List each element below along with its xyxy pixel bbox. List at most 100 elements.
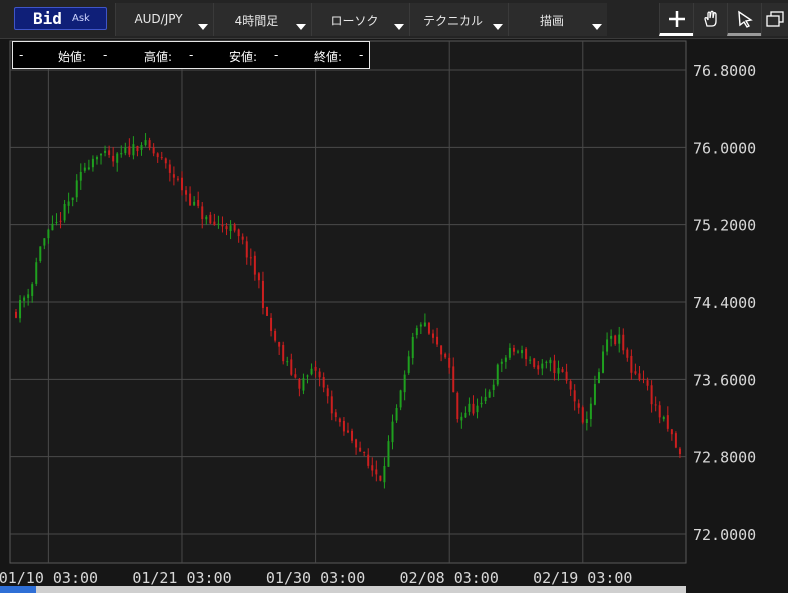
candle-down [472, 403, 475, 414]
candle-down [172, 174, 175, 178]
x-tick-label: 02/08 03:00 [400, 569, 499, 587]
horizontal-scrollbar[interactable] [0, 586, 686, 593]
hand-tool-button[interactable] [693, 3, 727, 36]
scrollbar-thumb[interactable] [0, 586, 36, 593]
candle-down [565, 371, 568, 381]
candle-down [622, 334, 625, 351]
candle-down [427, 322, 430, 334]
timeframe-dropdown[interactable]: 4時間足 [213, 3, 311, 36]
candle-up [39, 246, 42, 262]
hand-icon [704, 10, 717, 27]
technical-dropdown[interactable]: テクニカル [409, 3, 508, 36]
candle-down [225, 226, 228, 230]
bid-ask-toggle[interactable]: Bid Ask [14, 7, 107, 30]
candle-down [270, 317, 273, 331]
candle-down [634, 371, 637, 374]
candle-up [662, 416, 665, 420]
candle-down [209, 214, 212, 224]
chart-style-label: ローソク [330, 14, 379, 28]
candle-down [569, 381, 572, 390]
close-value: - [359, 48, 364, 62]
candle-up [79, 171, 82, 181]
ohlc-date: - [19, 48, 24, 62]
candle-up [124, 147, 127, 154]
technical-label: テクニカル [422, 14, 483, 28]
candle-up [618, 334, 621, 344]
candle-down [314, 366, 317, 371]
candle-up [35, 262, 38, 284]
open-value: - [103, 48, 108, 62]
candle-down [367, 454, 370, 466]
ohlc-info-panel: - 始値: - 高値: - 安値: - 終値: - [12, 41, 370, 69]
candle-up [399, 390, 402, 408]
candle-up [43, 238, 46, 246]
chevron-down-icon [296, 24, 306, 30]
ask-label[interactable]: Ask [72, 13, 90, 24]
candle-up [144, 140, 147, 146]
cursor-tool-button[interactable] [727, 3, 761, 36]
candle-down [221, 224, 224, 227]
candle-up [606, 339, 609, 352]
candle-up [541, 363, 544, 369]
candle-up [47, 229, 50, 239]
candle-down [318, 371, 321, 378]
currency-pair-dropdown[interactable]: AUD/JPY [115, 3, 213, 36]
candle-down [189, 193, 192, 206]
candle-up [19, 299, 22, 319]
high-value: - [189, 48, 194, 62]
candle-up [602, 351, 605, 373]
candle-up [423, 322, 426, 327]
timeframe-label: 4時間足 [234, 14, 279, 28]
candle-down [371, 465, 374, 471]
candle-down [245, 241, 248, 258]
candle-down [642, 378, 645, 380]
crosshair-tool-button[interactable] [659, 3, 693, 36]
candle-up [286, 361, 289, 363]
high-label: 高値: [144, 50, 173, 64]
candle-down [322, 377, 325, 388]
candle-up [67, 201, 70, 206]
candle-up [51, 223, 54, 231]
y-tick-label: 75.2000 [693, 217, 756, 235]
candle-up [31, 284, 34, 296]
chevron-down-icon [493, 24, 503, 30]
candle-up [395, 408, 398, 421]
candle-up [87, 167, 90, 170]
candle-up [132, 144, 135, 156]
candle-down [59, 220, 62, 222]
window-tool-button[interactable] [761, 3, 788, 36]
candle-down [440, 345, 443, 355]
y-tick-label: 72.0000 [693, 526, 756, 544]
low-value: - [274, 48, 279, 62]
candle-down [253, 255, 256, 275]
x-tick-label: 02/19 03:00 [533, 569, 632, 587]
chevron-down-icon [394, 24, 404, 30]
candle-down [444, 353, 447, 358]
candle-down [294, 374, 297, 378]
candle-up [593, 384, 596, 405]
candle-down [375, 469, 378, 475]
candle-down [326, 388, 329, 397]
bid-label[interactable]: Bid [33, 9, 62, 28]
candle-up [27, 294, 30, 298]
candle-down [136, 146, 139, 152]
candle-up [55, 221, 58, 223]
candle-up [383, 465, 386, 483]
candle-down [112, 155, 115, 162]
candle-up [500, 361, 503, 364]
candlestick-chart[interactable]: 72.0000 72.8000 73.6000 74.4000 75.2000 76.00… [0, 39, 788, 593]
x-tick-label: 01/10 03:00 [0, 569, 98, 587]
candle-down [156, 153, 159, 158]
candle-down [581, 407, 584, 423]
candle-down [533, 358, 536, 367]
candle-up [217, 223, 220, 225]
candle-down [330, 396, 333, 414]
candle-up [83, 167, 86, 171]
candle-down [351, 430, 354, 441]
chart-style-dropdown[interactable]: ローソク [311, 3, 409, 36]
candle-up [488, 391, 491, 398]
drawing-dropdown[interactable]: 描画 [508, 3, 607, 36]
x-tick-label: 01/21 03:00 [132, 569, 231, 587]
open-label: 始値: [58, 50, 87, 64]
candle-down [456, 392, 459, 420]
